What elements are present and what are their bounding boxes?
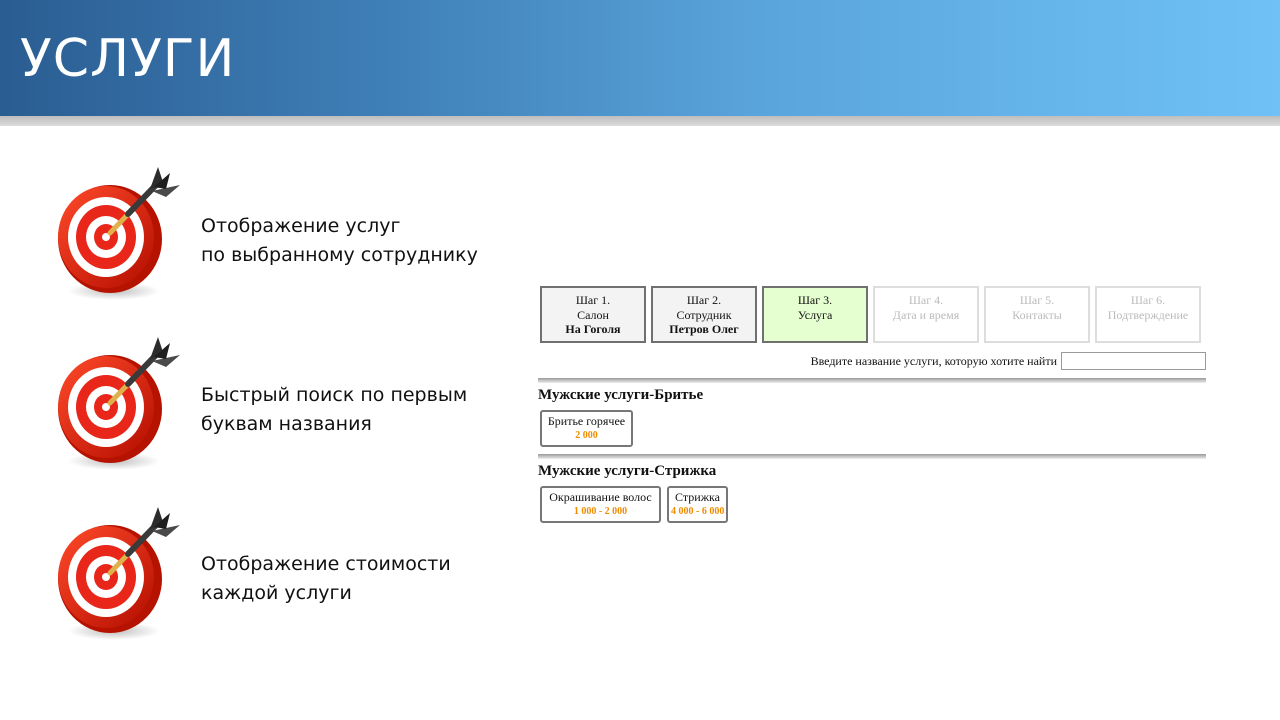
step-name: Услуга <box>797 307 833 322</box>
step-label: Шаг 1. <box>575 293 611 307</box>
wizard-steps: Шаг 1. Салон На Гоголя Шаг 2. Сотрудник … <box>540 286 1206 343</box>
step-service[interactable]: Шаг 3. Услуга <box>762 286 868 343</box>
feature-text: Отображение услуг по выбранному сотрудни… <box>201 212 478 270</box>
feature-item: Отображение стоимости каждой услуги <box>52 507 512 647</box>
step-datetime: Шаг 4. Дата и время <box>873 286 979 343</box>
service-search: Введите название услуги, которую хотите … <box>811 352 1206 370</box>
category-title: Мужские услуги-Стрижка <box>538 463 717 479</box>
step-confirmation: Шаг 6. Подтверждение <box>1095 286 1201 343</box>
service-name: Окрашивание волос <box>549 490 652 504</box>
step-selection: Петров Олег <box>669 322 739 336</box>
step-label: Шаг 6. <box>1130 293 1166 307</box>
step-employee[interactable]: Шаг 2. Сотрудник Петров Олег <box>651 286 757 343</box>
search-label: Введите название услуги, которую хотите … <box>810 353 1057 368</box>
feature-text: Отображение стоимости каждой услуги <box>201 550 451 608</box>
step-label: Шаг 5. <box>1019 293 1055 307</box>
feature-line: Отображение стоимости <box>201 553 451 575</box>
step-name: Салон <box>577 307 609 322</box>
step-salon[interactable]: Шаг 1. Салон На Гоголя <box>540 286 646 343</box>
step-label: Шаг 2. <box>686 293 722 307</box>
step-label: Шаг 3. <box>797 293 833 307</box>
dartboard-target-icon <box>52 167 192 307</box>
feature-line: буквам названия <box>201 413 372 435</box>
feature-line: Отображение услуг <box>201 215 401 237</box>
feature-line: каждой услуги <box>201 582 352 604</box>
step-name: Дата и время <box>892 307 960 322</box>
booking-wizard: Шаг 1. Салон На Гоголя Шаг 2. Сотрудник … <box>538 286 1206 523</box>
service-card[interactable]: Стрижка 4 000 - 6 000 <box>667 486 728 523</box>
step-name: Контакты <box>1012 307 1062 322</box>
slide-title: УСЛУГИ <box>20 29 236 89</box>
feature-line: Быстрый поиск по первым <box>201 384 468 406</box>
dartboard-target-icon <box>52 337 192 477</box>
service-name: Стрижка <box>675 490 720 504</box>
section-divider <box>538 454 1206 459</box>
service-price: 1 000 - 2 000 <box>573 506 628 517</box>
service-price: 2 000 <box>575 430 598 441</box>
section-divider <box>538 378 1206 383</box>
search-input[interactable] <box>1061 352 1206 370</box>
feature-item: Быстрый поиск по первым буквам названия <box>52 337 512 477</box>
service-card[interactable]: Бритье горячее 2 000 <box>540 410 633 447</box>
step-selection: На Гоголя <box>565 322 621 336</box>
feature-text: Быстрый поиск по первым буквам названия <box>201 381 467 439</box>
step-label: Шаг 4. <box>908 293 944 307</box>
service-price: 4 000 - 6 000 <box>671 506 725 517</box>
category-title: Мужские услуги-Бритье <box>538 387 704 403</box>
header-divider <box>0 116 1280 126</box>
step-name: Сотрудник <box>676 307 732 322</box>
step-name: Подтверждение <box>1107 307 1189 322</box>
service-name: Бритье горячее <box>547 414 626 428</box>
feature-line: по выбранному сотруднику <box>201 244 478 266</box>
step-contacts: Шаг 5. Контакты <box>984 286 1090 343</box>
dartboard-target-icon <box>52 507 192 647</box>
service-card[interactable]: Окрашивание волос 1 000 - 2 000 <box>540 486 661 523</box>
feature-item: Отображение услуг по выбранному сотрудни… <box>52 167 512 307</box>
